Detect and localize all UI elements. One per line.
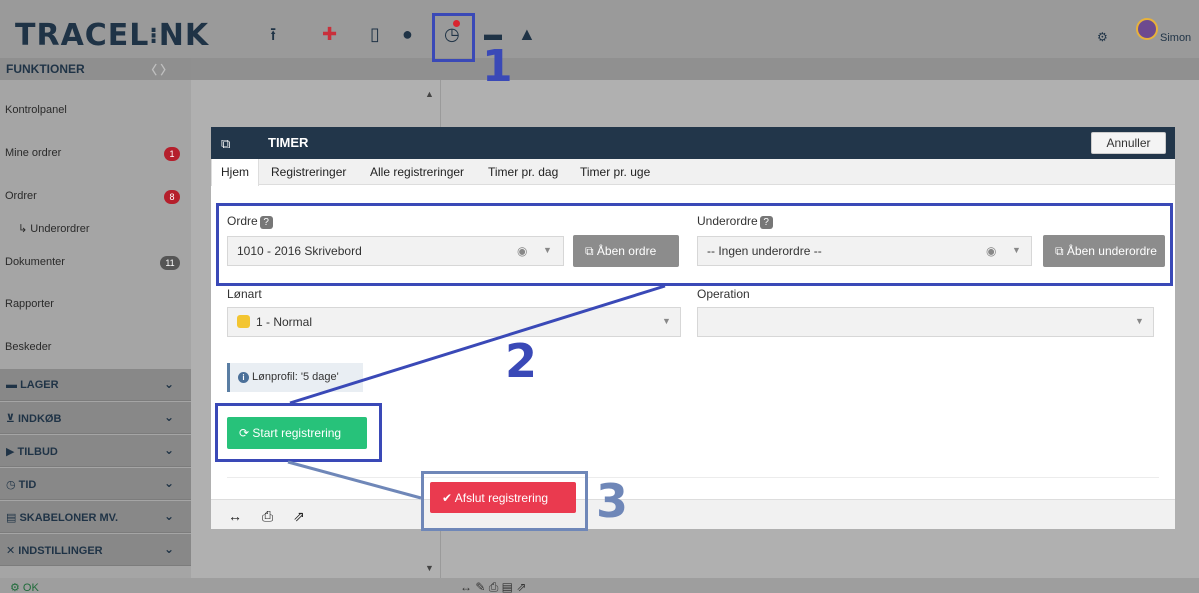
chat-icon[interactable]: ● bbox=[402, 24, 413, 44]
badge-mine-ordrer: 1 bbox=[164, 147, 180, 161]
chevron-down-icon: ⌄ bbox=[164, 377, 175, 391]
sidebar-item-beskeder[interactable]: Beskeder bbox=[5, 341, 51, 353]
sidebar-item-mine-ordrer[interactable]: Mine ordrer bbox=[5, 147, 61, 159]
sidebar-item-kontrolpanel[interactable]: Kontrolpanel bbox=[5, 104, 67, 116]
annotation-number-2: 2 bbox=[505, 334, 538, 388]
sidebar-section-tid[interactable]: ◷ TID ⌄ bbox=[0, 468, 191, 500]
share-icon[interactable]: ⇗ bbox=[293, 508, 305, 525]
sidebar-section-indkob[interactable]: ⊻ INDKØB ⌄ bbox=[0, 402, 191, 434]
user-avatar[interactable] bbox=[1136, 18, 1158, 40]
annotation-number-1: 1 bbox=[482, 41, 513, 92]
sidebar-section-lager[interactable]: ▬ LAGER ⌄ bbox=[0, 369, 191, 401]
operation-select[interactable]: ▼ bbox=[697, 307, 1154, 337]
status-ok: ⚙ OK bbox=[10, 581, 39, 593]
top-bar: TRACEL⁝NK ⭱ ✚ ▯ ● ◷ ▬ ▲ ⚙ Simon bbox=[0, 10, 1199, 58]
chevron-down-icon: ⌄ bbox=[164, 476, 175, 490]
app-logo[interactable]: TRACEL⁝NK bbox=[15, 18, 209, 53]
upload-icon[interactable]: ⭱ bbox=[270, 24, 276, 44]
timer-dialog: ⧉ TIMER Annuller Hjem Registreringer All… bbox=[211, 127, 1175, 529]
scroll-up-icon[interactable]: ▲ bbox=[425, 89, 434, 99]
tag-icon: ▶ bbox=[6, 446, 18, 458]
status-text: OK bbox=[22, 582, 39, 593]
wage-profile-text: Lønprofil: '5 dage' bbox=[252, 371, 339, 383]
chevron-down-icon: ⌄ bbox=[164, 443, 175, 457]
gear-status-icon: ⚙ bbox=[10, 582, 23, 593]
sidebar-section-tilbud[interactable]: ▶ TILBUD ⌄ bbox=[0, 435, 191, 467]
cancel-button[interactable]: Annuller bbox=[1091, 132, 1166, 154]
annotation-box-2 bbox=[216, 203, 1173, 286]
caret-down-icon: ▼ bbox=[662, 316, 671, 326]
annotation-number-3: 3 bbox=[596, 474, 629, 528]
settings-icon[interactable]: ⚙ bbox=[1097, 27, 1108, 47]
status-bar bbox=[0, 578, 1199, 593]
wage-type-select[interactable]: 1 - Normal ▼ bbox=[227, 307, 681, 337]
dialog-header: ⧉ TIMER Annuller bbox=[211, 127, 1175, 159]
print-icon[interactable]: ⎙ bbox=[262, 508, 273, 525]
annotation-box-start bbox=[215, 403, 382, 462]
yellow-color-swatch bbox=[237, 315, 250, 328]
chevron-down-icon: ⌄ bbox=[164, 542, 175, 556]
sidebar-item-underordrer[interactable]: ↳ Underordrer bbox=[18, 222, 90, 235]
expand-width-icon[interactable]: ↔ bbox=[228, 508, 242, 524]
sidebar-header: FUNKTIONER 〈 〉 bbox=[0, 58, 191, 80]
dialog-tabs: Hjem Registreringer Alle registreringer … bbox=[211, 159, 1175, 186]
folder-icon: ▬ bbox=[6, 379, 21, 391]
tab-alle-registreringer[interactable]: Alle registreringer bbox=[370, 165, 464, 179]
tab-registreringer[interactable]: Registreringer bbox=[271, 165, 346, 179]
chevron-down-icon: ⌄ bbox=[164, 410, 175, 424]
warning-icon[interactable]: ▲ bbox=[518, 24, 536, 44]
tools-icon: ✕ bbox=[6, 545, 19, 557]
sidebar-section-indstillinger[interactable]: ✕ INDSTILLINGER ⌄ bbox=[0, 534, 191, 566]
wage-type-value: 1 - Normal bbox=[256, 315, 313, 329]
wage-profile-info: i Lønprofil: '5 dage' bbox=[227, 363, 363, 392]
sidebar-item-ordrer[interactable]: Ordrer bbox=[5, 190, 37, 202]
tab-timer-pr-uge[interactable]: Timer pr. uge bbox=[580, 165, 650, 179]
sidebar-item-rapporter[interactable]: Rapporter bbox=[5, 298, 54, 310]
chevron-down-icon: ⌄ bbox=[164, 509, 175, 523]
main-toolbar-strip bbox=[191, 58, 1199, 80]
info-icon: i bbox=[238, 372, 249, 383]
window-icon: ⧉ bbox=[221, 136, 231, 151]
cart-icon: ⊻ bbox=[6, 413, 18, 425]
mobile-icon[interactable]: ▯ bbox=[370, 24, 380, 44]
sidebar-nav-arrows-icon[interactable]: 〈 〉 bbox=[145, 61, 172, 78]
annotation-box-3 bbox=[421, 471, 588, 531]
tab-timer-pr-dag[interactable]: Timer pr. dag bbox=[488, 165, 558, 179]
operation-label: Operation bbox=[697, 287, 750, 301]
bottom-toolbar-icons[interactable]: ↔ ✎ ⎙ ▤ ⇗ bbox=[460, 580, 526, 593]
badge-ordrer: 8 bbox=[164, 190, 180, 204]
template-icon: ▤ bbox=[6, 512, 20, 524]
section-label: TID bbox=[18, 479, 37, 491]
help-icon[interactable]: ✚ bbox=[322, 24, 337, 44]
tab-hjem[interactable]: Hjem bbox=[211, 159, 260, 186]
sidebar-title: FUNKTIONER bbox=[6, 62, 85, 76]
user-name[interactable]: Simon bbox=[1160, 28, 1191, 48]
wage-type-label: Lønart bbox=[227, 287, 262, 301]
sidebar-section-skabeloner[interactable]: ▤ SKABELONER MV. ⌄ bbox=[0, 501, 191, 533]
section-label: SKABELONER MV. bbox=[19, 512, 119, 524]
section-label: INDSTILLINGER bbox=[18, 545, 103, 557]
dialog-title: TIMER bbox=[268, 135, 309, 150]
badge-dokumenter: 11 bbox=[160, 256, 180, 270]
divider bbox=[227, 477, 1159, 478]
clock-icon: ◷ bbox=[6, 479, 19, 491]
scroll-down-icon[interactable]: ▼ bbox=[425, 563, 434, 573]
section-label: TILBUD bbox=[17, 446, 58, 458]
section-label: INDKØB bbox=[18, 413, 62, 425]
annotation-box-1 bbox=[432, 13, 475, 62]
section-label: LAGER bbox=[20, 379, 59, 391]
dialog-footer: ↔ ⎙ ⇗ bbox=[211, 499, 1175, 529]
caret-down-icon: ▼ bbox=[1135, 316, 1144, 326]
sidebar-item-dokumenter[interactable]: Dokumenter bbox=[5, 256, 65, 268]
